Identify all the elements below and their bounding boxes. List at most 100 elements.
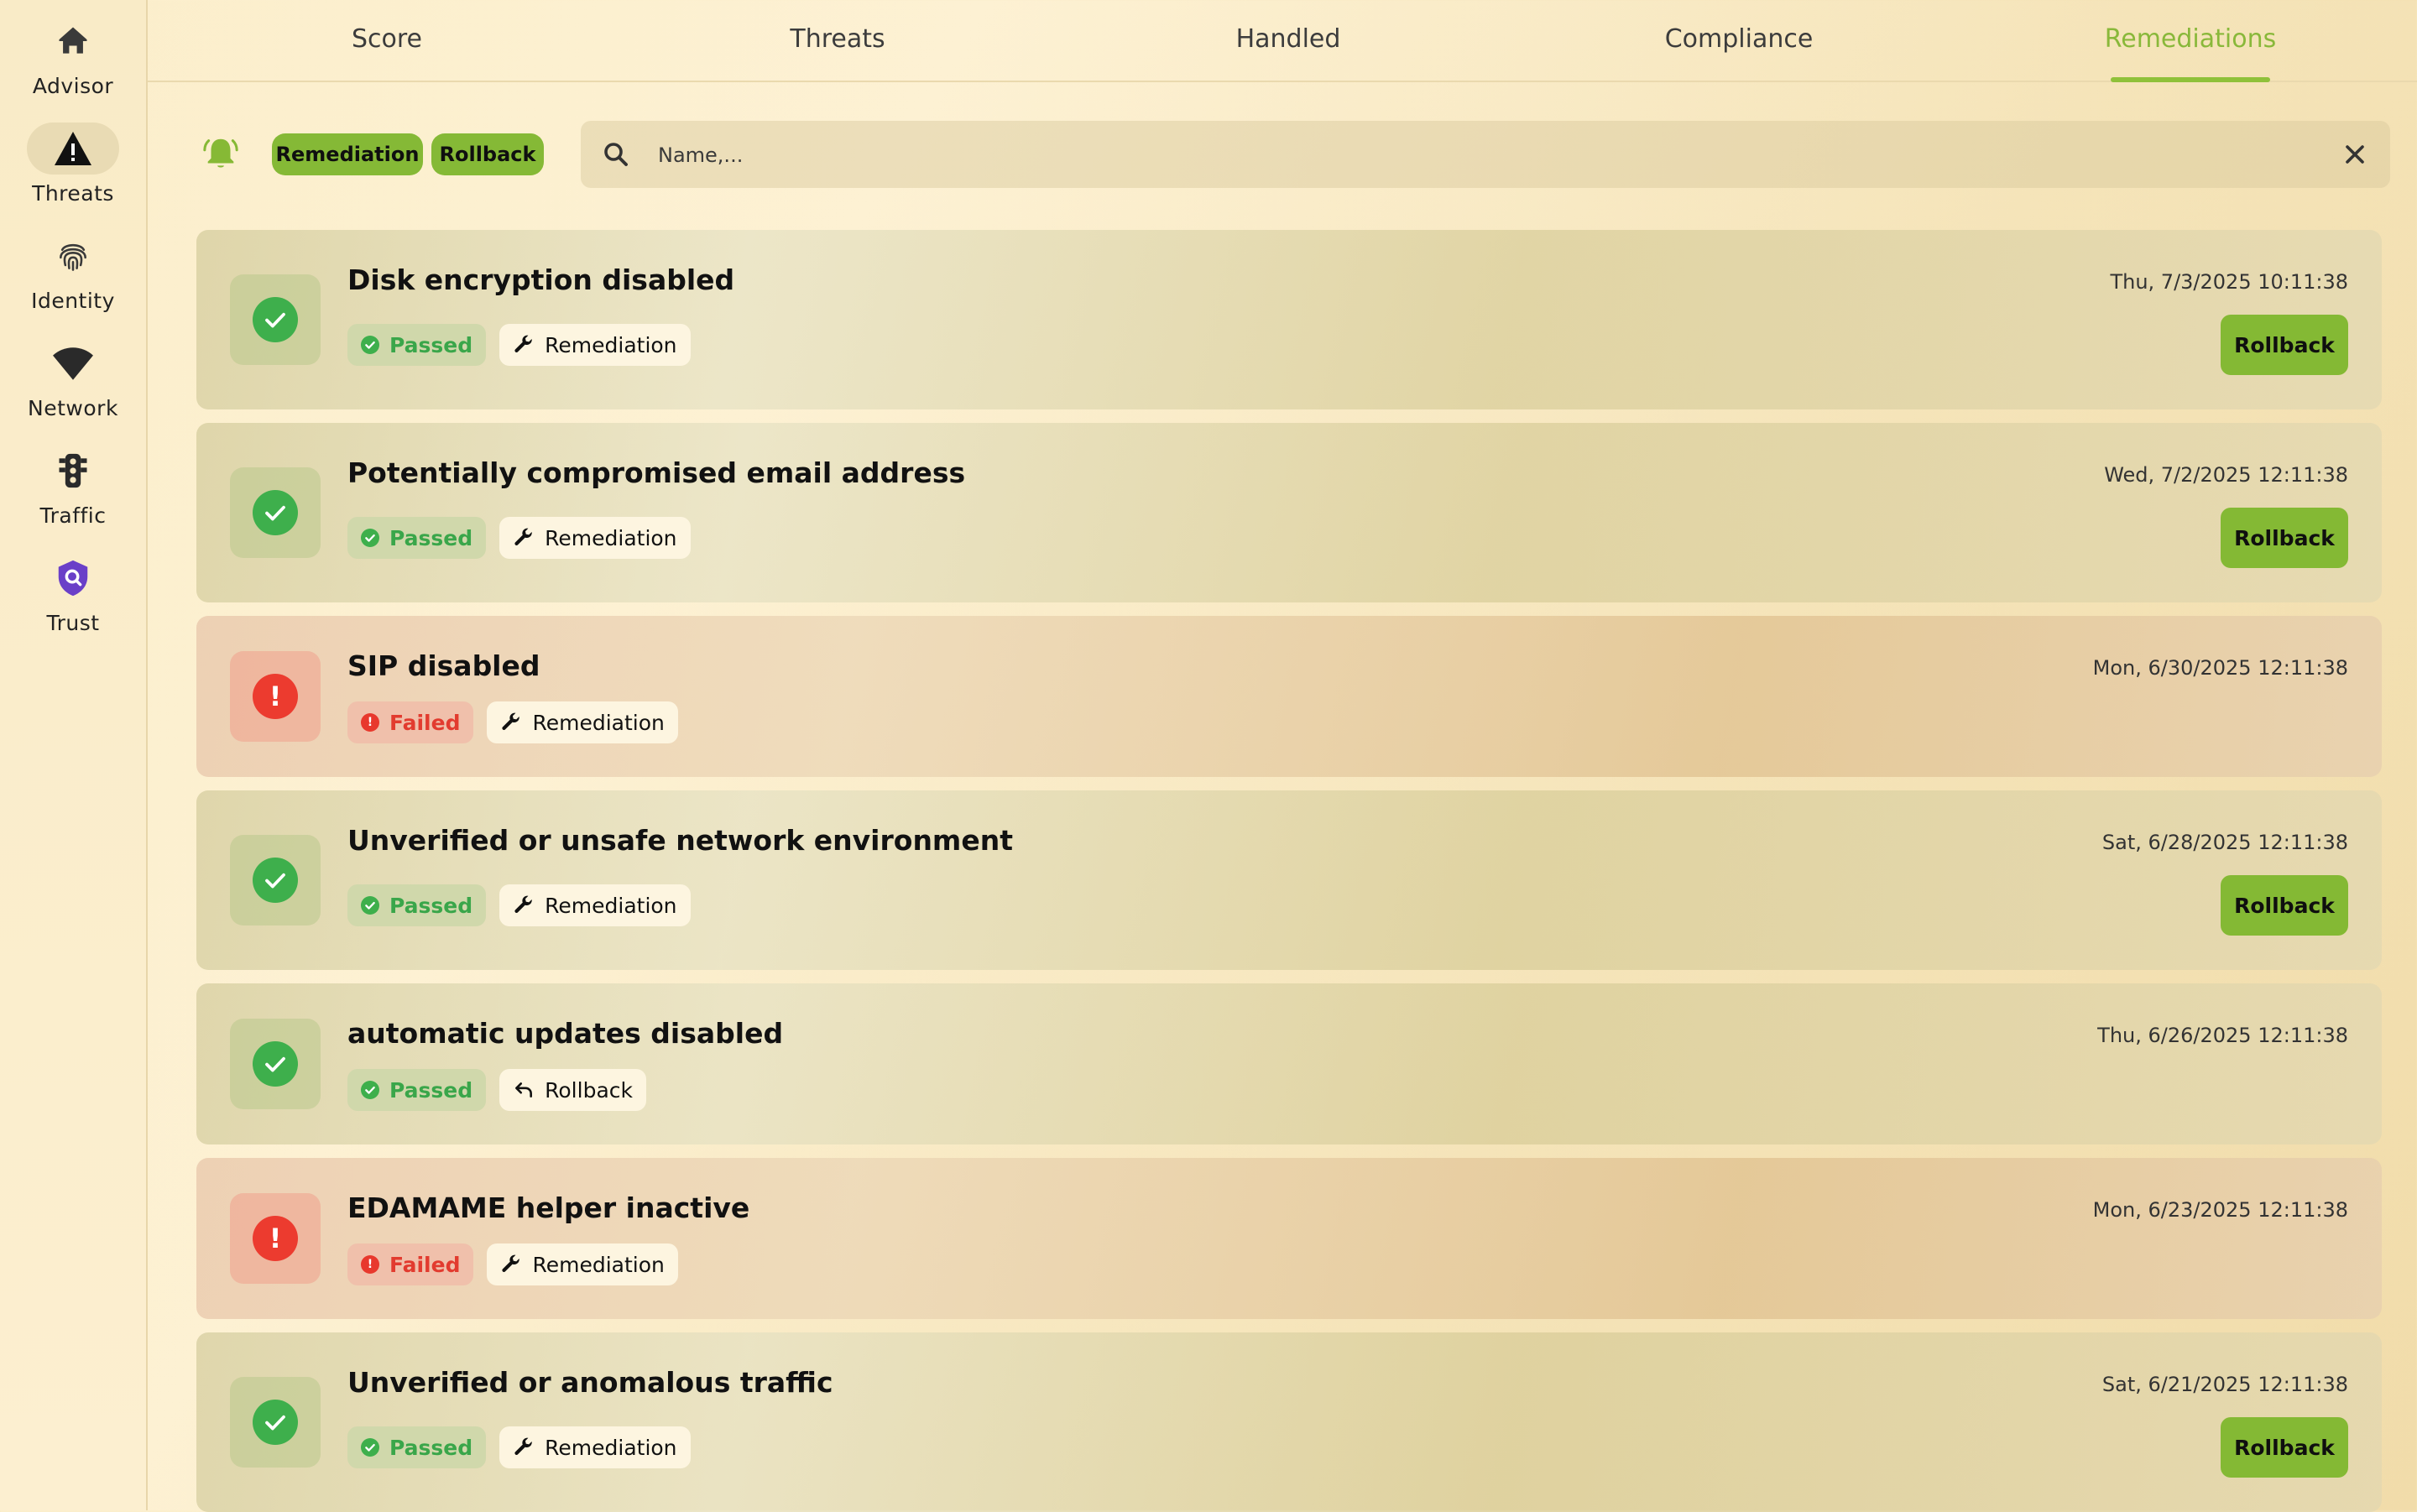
rollback-button[interactable]: Rollback: [2221, 875, 2348, 936]
check-circle-icon: [361, 336, 379, 354]
item-timestamp: Wed, 7/2/2025 12:11:38: [2104, 463, 2348, 487]
sidebar-item-trust[interactable]: Trust: [0, 552, 146, 653]
error-circle-icon: !: [253, 674, 298, 719]
item-timestamp: Mon, 6/30/2025 12:11:38: [2092, 656, 2348, 680]
wrench-icon: [513, 334, 545, 356]
item-badges: Passed Remediation: [347, 1426, 691, 1468]
bell-icon[interactable]: [201, 134, 240, 173]
action-badge: Remediation: [487, 701, 678, 743]
item-timestamp: Mon, 6/23/2025 12:11:38: [2092, 1198, 2348, 1222]
check-circle-icon: [253, 1041, 298, 1087]
wrench-icon: [513, 894, 545, 916]
status-badge-label: Failed: [389, 1252, 461, 1277]
rollback-button[interactable]: Rollback: [2221, 315, 2348, 375]
item-title: SIP disabled: [347, 649, 540, 682]
status-badge-label: Passed: [389, 1077, 473, 1103]
status-badge: Passed: [347, 884, 487, 926]
action-badge-label: Remediation: [545, 332, 677, 357]
action-badge: Remediation: [499, 884, 691, 926]
check-circle-icon: [253, 1400, 298, 1445]
status-indicator: [230, 467, 321, 558]
tab-handled[interactable]: Handled: [1162, 0, 1414, 81]
wrench-icon: [513, 527, 545, 549]
status-indicator: [230, 1377, 321, 1468]
traffic-light-icon: [27, 445, 119, 497]
tab-remediations[interactable]: Remediations: [2065, 0, 2316, 81]
rollback-button[interactable]: Rollback: [2221, 1417, 2348, 1478]
action-badge-label: Remediation: [545, 1435, 677, 1460]
check-circle-icon: [361, 1081, 379, 1099]
list-item[interactable]: ! SIP disabled Mon, 6/30/2025 12:11:38 !…: [196, 616, 2382, 777]
tab-score[interactable]: Score: [261, 0, 513, 81]
item-badges: ! Failed Remediation: [347, 1243, 678, 1285]
item-title: Unverified or anomalous traffic: [347, 1366, 833, 1399]
shield-search-icon: [27, 552, 119, 604]
wrench-icon: [513, 1436, 545, 1458]
action-badge-label: Remediation: [545, 893, 677, 918]
list-item[interactable]: Potentially compromised email address We…: [196, 423, 2382, 602]
wifi-icon: [27, 337, 119, 389]
sidebar-item-label: Threats: [32, 181, 114, 206]
status-badge: ! Failed: [347, 1243, 474, 1285]
sidebar-item-label: Network: [28, 396, 118, 420]
status-indicator: !: [230, 651, 321, 742]
close-icon[interactable]: [2340, 139, 2370, 169]
undo-icon: [513, 1079, 545, 1101]
sidebar-item-network[interactable]: Network: [0, 337, 146, 438]
status-badge-label: Failed: [389, 710, 461, 735]
check-circle-icon: [361, 529, 379, 547]
status-badge: Passed: [347, 1426, 487, 1468]
sidebar-item-label: Trust: [46, 611, 100, 635]
error-circle-icon: !: [253, 1216, 298, 1261]
check-circle-icon: [361, 896, 379, 915]
status-badge-label: Passed: [389, 1435, 473, 1460]
sidebar-item-traffic[interactable]: Traffic: [0, 445, 146, 545]
list-item[interactable]: automatic updates disabled Thu, 6/26/202…: [196, 983, 2382, 1144]
status-badge: Passed: [347, 1069, 487, 1111]
item-title: automatic updates disabled: [347, 1017, 784, 1050]
item-timestamp: Thu, 6/26/2025 12:11:38: [2097, 1024, 2348, 1047]
action-badge: Remediation: [499, 517, 691, 559]
item-badges: Passed Remediation: [347, 324, 691, 366]
list-item[interactable]: ! EDAMAME helper inactive Mon, 6/23/2025…: [196, 1158, 2382, 1319]
list-item[interactable]: Disk encryption disabled Thu, 7/3/2025 1…: [196, 230, 2382, 409]
item-title: Disk encryption disabled: [347, 263, 735, 296]
item-title: Potentially compromised email address: [347, 456, 966, 489]
check-circle-icon: [361, 1438, 379, 1457]
sidebar-item-threats[interactable]: Threats: [0, 123, 146, 223]
tab-bar: Score Threats Handled Compliance Remedia…: [148, 0, 2417, 82]
status-badge: Passed: [347, 324, 487, 366]
error-circle-icon: !: [361, 1255, 379, 1274]
sidebar: Advisor Threats Identity Network Traffic…: [0, 0, 148, 1510]
search-input[interactable]: [656, 133, 2305, 178]
status-indicator: [230, 274, 321, 365]
item-timestamp: Sat, 6/28/2025 12:11:38: [2101, 831, 2348, 854]
item-badges: Passed Remediation: [347, 517, 691, 559]
sidebar-item-identity[interactable]: Identity: [0, 230, 146, 331]
check-circle-icon: [253, 490, 298, 535]
status-badge: Passed: [347, 517, 487, 559]
status-indicator: [230, 1019, 321, 1109]
status-badge-label: Passed: [389, 332, 473, 357]
filter-chip-remediation[interactable]: Remediation: [272, 133, 423, 175]
status-badge-label: Passed: [389, 525, 473, 550]
rollback-button[interactable]: Rollback: [2221, 508, 2348, 568]
status-indicator: !: [230, 1193, 321, 1284]
wrench-icon: [500, 1254, 532, 1275]
sidebar-item-label: Identity: [31, 289, 115, 313]
tab-compliance[interactable]: Compliance: [1613, 0, 1865, 81]
search-icon: [601, 139, 631, 169]
item-badges: Passed Rollback: [347, 1069, 646, 1111]
item-badges: Passed Remediation: [347, 884, 691, 926]
filter-chip-rollback[interactable]: Rollback: [431, 133, 544, 175]
item-timestamp: Thu, 7/3/2025 10:11:38: [2110, 270, 2348, 294]
action-badge-label: Remediation: [532, 710, 665, 735]
tab-threats[interactable]: Threats: [712, 0, 963, 81]
list-item[interactable]: Unverified or unsafe network environment…: [196, 790, 2382, 970]
status-badge: ! Failed: [347, 701, 474, 743]
action-badge: Remediation: [499, 1426, 691, 1468]
list-item[interactable]: Unverified or anomalous traffic Sat, 6/2…: [196, 1332, 2382, 1512]
check-circle-icon: [253, 858, 298, 903]
check-circle-icon: [253, 297, 298, 342]
sidebar-item-advisor[interactable]: Advisor: [0, 15, 146, 116]
